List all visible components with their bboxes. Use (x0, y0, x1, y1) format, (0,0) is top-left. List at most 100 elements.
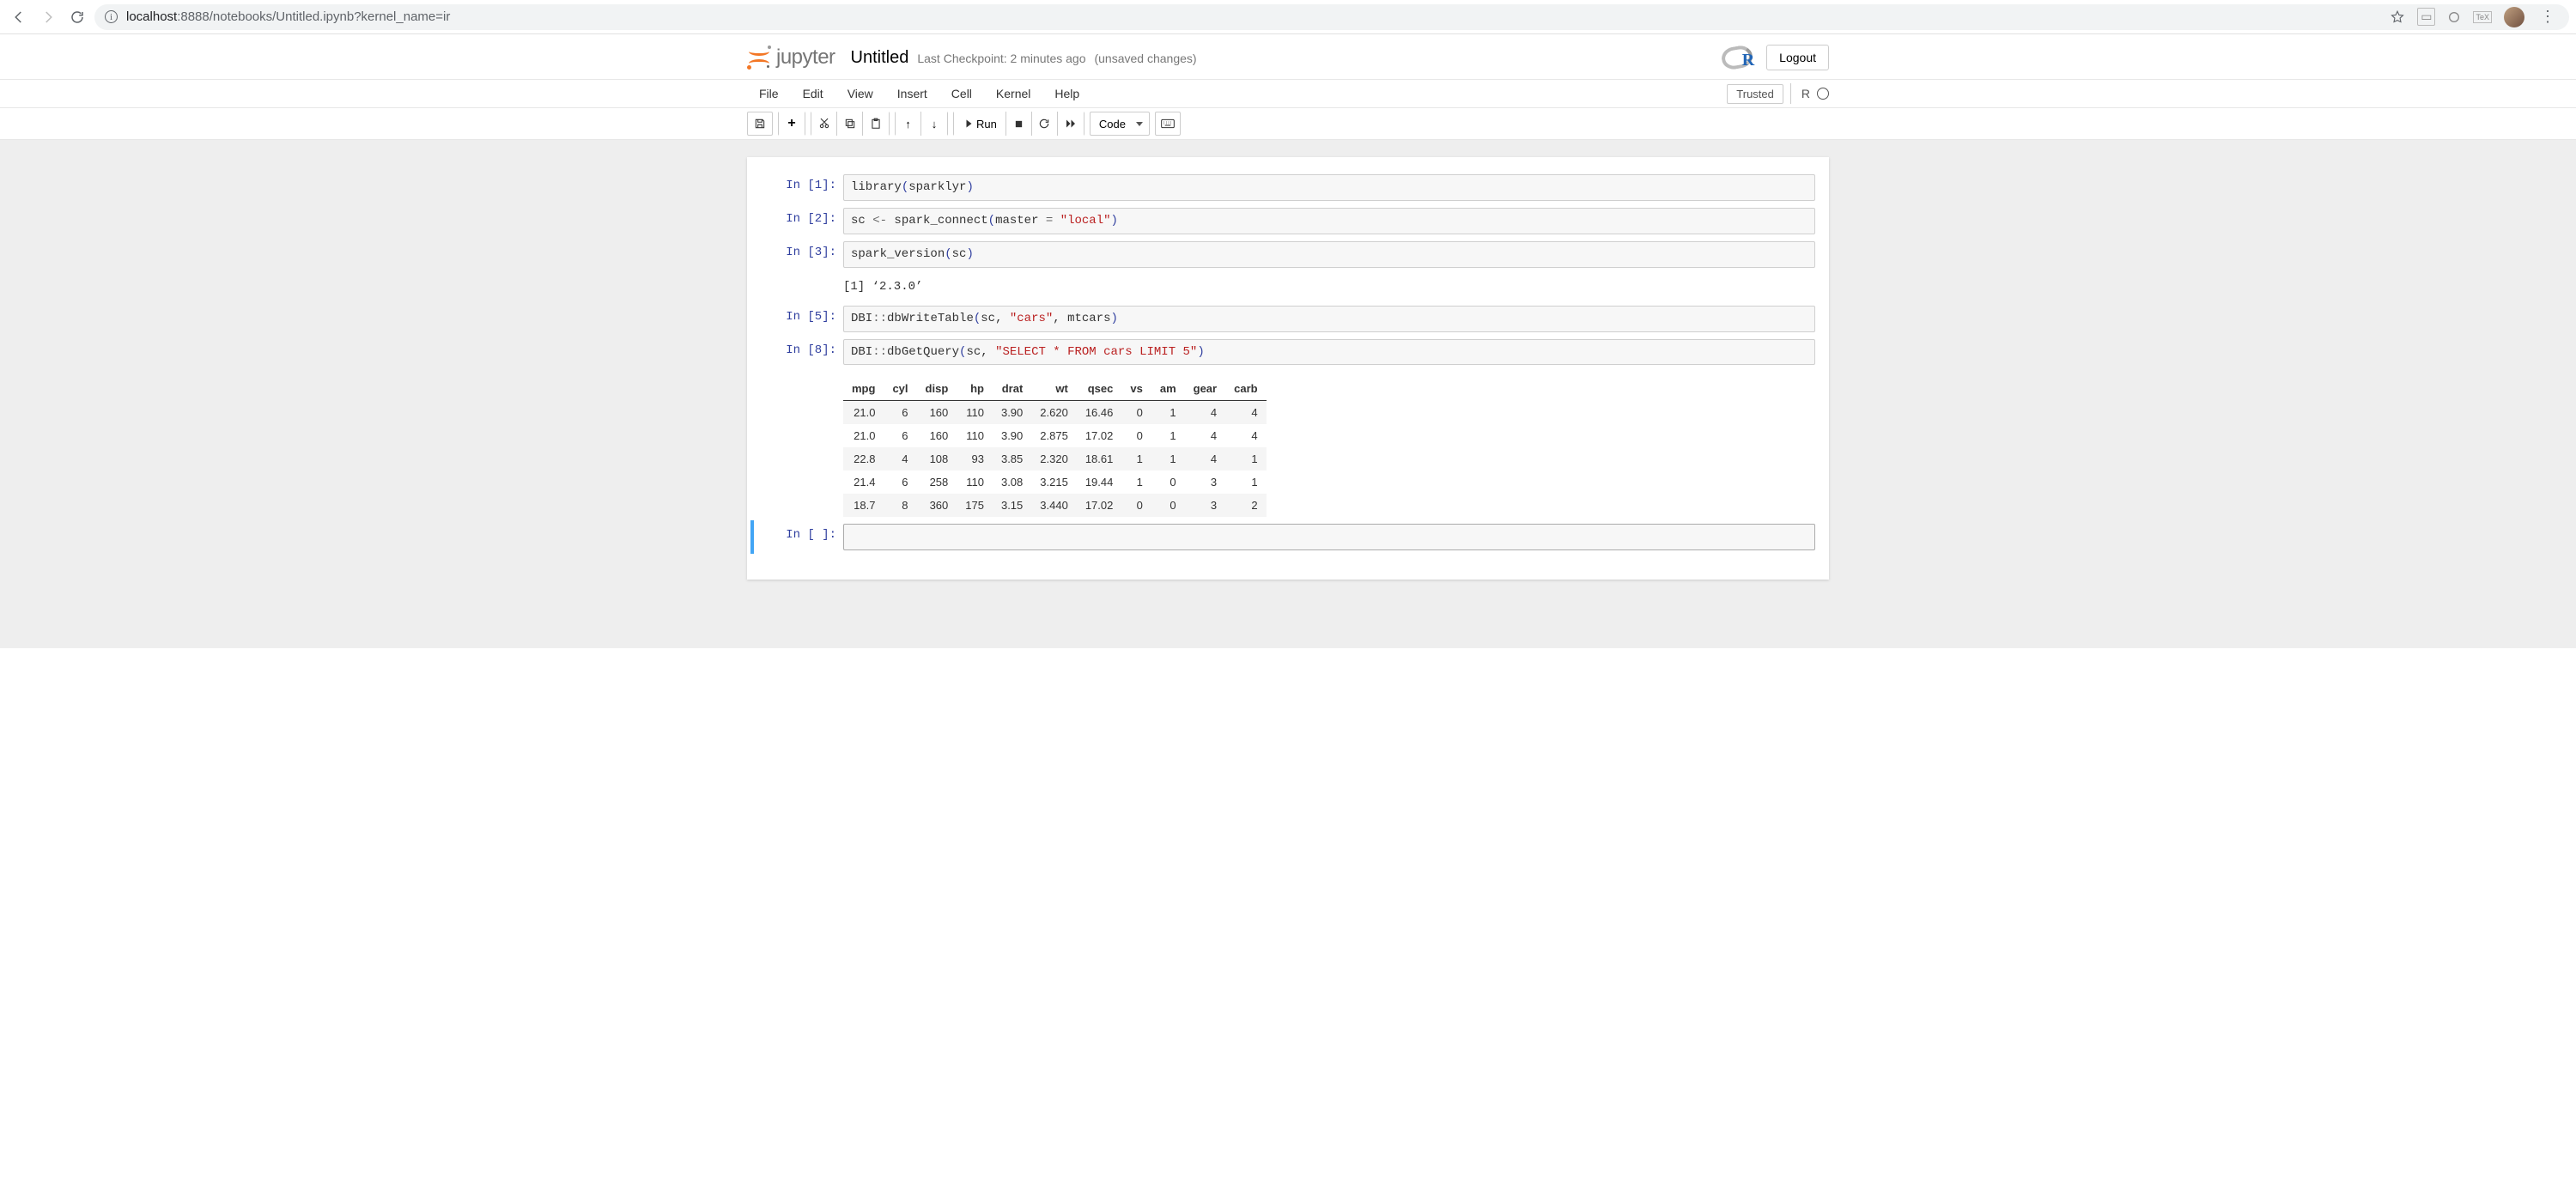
code-cell[interactable]: In [3]:spark_version(sc) (754, 238, 1822, 271)
tex-icon[interactable]: TeX (2473, 11, 2492, 23)
forward-button[interactable] (36, 5, 60, 29)
run-icon (963, 118, 973, 129)
command-palette-button[interactable] (1155, 112, 1181, 136)
menu-kernel[interactable]: Kernel (984, 82, 1042, 106)
table-row: 21.462581103.083.21519.441031 (843, 470, 1267, 494)
interrupt-button[interactable] (1006, 112, 1032, 136)
code-cell[interactable]: In [ ]: (750, 520, 1822, 554)
paste-icon (870, 118, 882, 130)
paste-button[interactable] (863, 112, 889, 136)
table-row: 21.061601103.902.62016.460144 (843, 401, 1267, 425)
code-cell[interactable]: In [1]:library(sparklyr) (754, 171, 1822, 204)
star-icon[interactable] (2390, 9, 2405, 25)
cell-prompt: In [1]: (761, 174, 843, 201)
restart-button[interactable] (1032, 112, 1058, 136)
arrow-down-icon: ↓ (932, 118, 938, 131)
notebook-container: In [1]:library(sparklyr)In [2]:sc <- spa… (0, 140, 2576, 648)
address-bar[interactable]: i localhost:8888/notebooks/Untitled.ipyn… (94, 4, 2569, 30)
cell-body: DBI::dbWriteTable(sc, "cars", mtcars) (843, 306, 1815, 332)
cell-prompt: In [ ]: (761, 524, 843, 550)
output-row: mpgcyldisphpdratwtqsecvsamgearcarb21.061… (754, 368, 1822, 520)
copy-icon (844, 118, 856, 130)
code-cell[interactable]: In [5]:DBI::dbWriteTable(sc, "cars", mtc… (754, 302, 1822, 336)
notebook-header: jupyter Untitled Last Checkpoint: 2 minu… (0, 34, 2576, 80)
cell-input[interactable]: library(sparklyr) (843, 174, 1815, 201)
table-header: am (1151, 377, 1185, 401)
run-label: Run (976, 118, 997, 131)
table-header: hp (957, 377, 993, 401)
url-text: localhost:8888/notebooks/Untitled.ipynb?… (126, 9, 450, 24)
menu-insert[interactable]: Insert (885, 82, 939, 106)
kernel-name-text: R (1801, 87, 1810, 100)
cell-input[interactable] (843, 524, 1815, 550)
cell-input[interactable]: sc <- spark_connect(master = "local") (843, 208, 1815, 234)
cell-input[interactable]: DBI::dbGetQuery(sc, "SELECT * FROM cars … (843, 339, 1815, 366)
arrow-right-icon (40, 9, 56, 25)
toolbar: + ↑ ↓ Run (0, 108, 2576, 140)
chrome-menu-icon[interactable]: ⋮ (2537, 8, 2559, 26)
plus-icon: + (787, 116, 795, 131)
notebook: In [1]:library(sparklyr)In [2]:sc <- spa… (747, 157, 1829, 580)
checkpoint-text: Last Checkpoint: 2 minutes ago (917, 52, 1085, 65)
move-down-button[interactable]: ↓ (921, 112, 947, 136)
cell-output-text: [1] ‘2.3.0’ (843, 275, 1815, 299)
cell-prompt: In [3]: (761, 241, 843, 268)
menu-help[interactable]: Help (1042, 82, 1091, 106)
cell-input[interactable]: DBI::dbWriteTable(sc, "cars", mtcars) (843, 306, 1815, 332)
celltype-select[interactable]: Code (1090, 112, 1150, 136)
translate-icon[interactable]: ▭ (2417, 8, 2435, 26)
profile-avatar[interactable] (2504, 7, 2524, 27)
output-dataframe: mpgcyldisphpdratwtqsecvsamgearcarb21.061… (843, 377, 1267, 517)
output-row: [1] ‘2.3.0’ (754, 271, 1822, 302)
logout-button[interactable]: Logout (1766, 45, 1829, 70)
jupyter-logo[interactable]: jupyter (747, 46, 835, 70)
table-row: 21.061601103.902.87517.020144 (843, 424, 1267, 447)
table-header: qsec (1077, 377, 1122, 401)
menu-view[interactable]: View (835, 82, 885, 106)
save-icon (754, 118, 766, 130)
menu-file[interactable]: File (747, 82, 791, 106)
cell-prompt: In [2]: (761, 208, 843, 234)
jupyter-logo-text: jupyter (776, 46, 835, 70)
save-button[interactable] (747, 112, 773, 136)
browser-chrome: i localhost:8888/notebooks/Untitled.ipyn… (0, 0, 2576, 34)
move-up-button[interactable]: ↑ (896, 112, 921, 136)
celltype-dropdown[interactable]: Code (1090, 112, 1150, 136)
unsaved-text: (unsaved changes) (1094, 52, 1196, 65)
table-row: 18.783601753.153.44017.020032 (843, 494, 1267, 517)
site-info-icon[interactable]: i (105, 10, 118, 23)
cell-body: spark_version(sc) (843, 241, 1815, 268)
stop-icon (1014, 119, 1024, 129)
kernel-indicator[interactable]: R (1790, 83, 1829, 104)
cut-button[interactable] (811, 112, 837, 136)
jupyter-logo-icon (747, 46, 771, 70)
extension-icon[interactable] (2447, 10, 2461, 24)
cell-input[interactable]: spark_version(sc) (843, 241, 1815, 268)
trusted-indicator[interactable]: Trusted (1727, 84, 1783, 104)
menu-cell[interactable]: Cell (939, 82, 984, 106)
table-header: cyl (884, 377, 916, 401)
notebook-title[interactable]: Untitled (851, 48, 909, 68)
menu-edit[interactable]: Edit (791, 82, 835, 106)
kernel-status-icon (1817, 88, 1829, 100)
copy-button[interactable] (837, 112, 863, 136)
insert-cell-button[interactable]: + (779, 112, 805, 136)
arrow-left-icon (11, 9, 27, 25)
menubar: FileEditViewInsertCellKernelHelp Trusted… (0, 80, 2576, 108)
fast-forward-icon (1065, 118, 1077, 129)
code-cell[interactable]: In [2]:sc <- spark_connect(master = "loc… (754, 204, 1822, 238)
reload-button[interactable] (65, 5, 89, 29)
arrow-up-icon: ↑ (905, 118, 911, 131)
cell-body: sc <- spark_connect(master = "local") (843, 208, 1815, 234)
code-cell[interactable]: In [8]:DBI::dbGetQuery(sc, "SELECT * FRO… (754, 336, 1822, 369)
table-header: carb (1225, 377, 1266, 401)
table-header: vs (1121, 377, 1151, 401)
cell-prompt: In [5]: (761, 306, 843, 332)
restart-run-all-button[interactable] (1058, 112, 1084, 136)
cut-icon (818, 118, 830, 130)
table-header: wt (1031, 377, 1077, 401)
restart-icon (1038, 118, 1050, 130)
cell-body (843, 524, 1815, 550)
run-button[interactable]: Run (954, 112, 1006, 136)
back-button[interactable] (7, 5, 31, 29)
